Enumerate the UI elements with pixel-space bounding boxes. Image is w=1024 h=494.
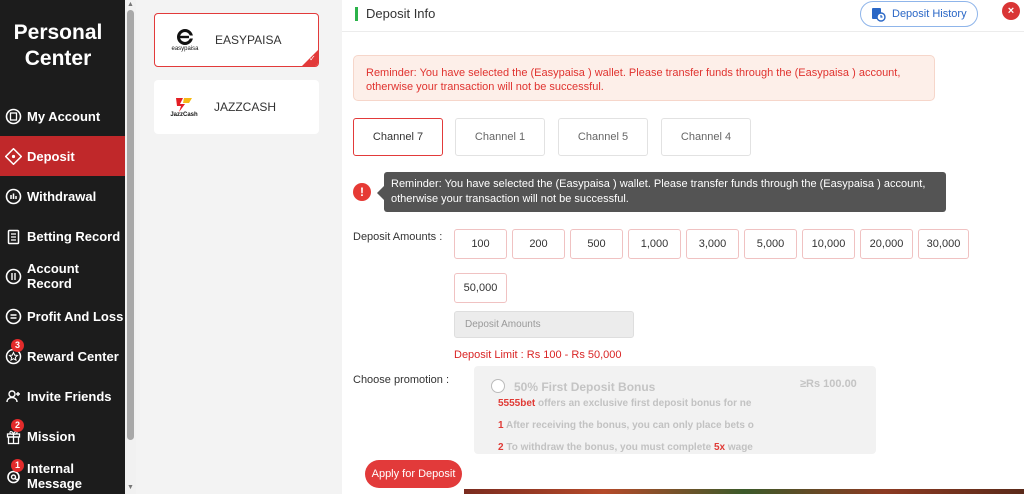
sidebar-item-profit-and-loss[interactable]: Profit And Loss bbox=[0, 296, 125, 336]
invite-icon bbox=[5, 388, 22, 405]
reminder-tooltip: Reminder: You have selected the (Easypai… bbox=[377, 172, 946, 212]
reminder-banner: Reminder: You have selected the (Easypai… bbox=[353, 55, 935, 101]
sidebar-item-label: Account Record bbox=[27, 261, 79, 291]
promotion-brand: 5555bet bbox=[498, 398, 536, 409]
deposit-amounts-label: Deposit Amounts : bbox=[353, 231, 443, 243]
amount-option[interactable]: 3,000 bbox=[686, 229, 739, 259]
promotion-radio[interactable] bbox=[491, 379, 505, 393]
amount-option[interactable]: 5,000 bbox=[744, 229, 797, 259]
sidebar-scrollbar[interactable]: ▲ ▼ bbox=[125, 0, 136, 494]
promotion-wager-multiplier: 5x bbox=[713, 442, 726, 453]
sidebar-item-label: Internal Message bbox=[27, 461, 82, 491]
sidebar-item-label: Deposit bbox=[27, 148, 75, 164]
deposit-panel: Deposit Info Deposit History × Reminder:… bbox=[342, 0, 1024, 494]
promotion-line-3-end: wage bbox=[725, 442, 753, 453]
sidebar-title: Personal Center bbox=[13, 21, 103, 70]
message-icon: 1 bbox=[5, 458, 24, 485]
promotion-card[interactable]: 50% First Deposit Bonus ≥Rs 100.00 5555b… bbox=[474, 366, 876, 454]
amount-option[interactable]: 10,000 bbox=[802, 229, 855, 259]
promotion-line-3: To withdraw the bonus, you must complete bbox=[503, 442, 714, 453]
sidebar-item-invite-friends[interactable]: Invite Friends bbox=[0, 376, 125, 416]
tooltip-arrow bbox=[377, 186, 384, 200]
easypaisa-logo-text: easypaisa bbox=[171, 45, 199, 52]
promotion-line-2: After receiving the bonus, you can only … bbox=[503, 420, 754, 431]
page-title: Deposit Info bbox=[366, 6, 436, 21]
choose-promotion-label: Choose promotion : bbox=[353, 374, 449, 386]
sidebar-item-label: Reward Center bbox=[27, 348, 119, 364]
amount-option[interactable]: 20,000 bbox=[860, 229, 913, 259]
sidebar-item-deposit[interactable]: Deposit bbox=[0, 136, 125, 176]
sidebar-item-mission[interactable]: 2 Mission bbox=[0, 416, 125, 456]
gift-icon: 2 bbox=[5, 418, 24, 445]
panel-header: Deposit Info Deposit History × bbox=[342, 0, 1024, 32]
amount-option[interactable]: 200 bbox=[512, 229, 565, 259]
wallet-name: JAZZCASH bbox=[214, 100, 277, 114]
close-button[interactable]: × bbox=[1002, 2, 1020, 20]
promotion-min-amount: ≥Rs 100.00 bbox=[800, 378, 857, 390]
sidebar-item-internal-message[interactable]: 1 Internal Message bbox=[0, 456, 125, 494]
sidebar-item-my-account[interactable]: My Account bbox=[0, 96, 125, 136]
reward-badge: 3 bbox=[11, 338, 24, 352]
promotion-description: 5555bet offers an exclusive first deposi… bbox=[498, 398, 751, 409]
channel-1-button[interactable]: Channel 1 bbox=[455, 118, 545, 156]
mission-badge: 2 bbox=[11, 418, 24, 432]
message-badge: 1 bbox=[11, 458, 24, 472]
promotion-line-1: offers an exclusive first deposit bonus … bbox=[535, 398, 752, 409]
sidebar-item-label: Mission bbox=[27, 428, 76, 444]
account-icon bbox=[5, 108, 22, 125]
sidebar-item-account-record[interactable]: Account Record bbox=[0, 256, 125, 296]
promotion-rule-1: 1 After receiving the bonus, you can onl… bbox=[498, 420, 754, 431]
deposit-history-button[interactable]: Deposit History bbox=[860, 1, 978, 27]
promotion-title: 50% First Deposit Bonus bbox=[514, 380, 656, 394]
scroll-thumb[interactable] bbox=[127, 10, 134, 440]
header-accent-bar bbox=[355, 7, 358, 21]
sidebar-item-label: Profit And Loss bbox=[27, 308, 124, 324]
tooltip-text: Reminder: You have selected the (Easypai… bbox=[391, 178, 926, 205]
amount-option[interactable]: 500 bbox=[570, 229, 623, 259]
jazzcash-logo-icon: JazzCash bbox=[166, 89, 202, 125]
channel-7-button[interactable]: Channel 7 bbox=[353, 118, 443, 156]
sidebar-item-reward-center[interactable]: 3 Reward Center bbox=[0, 336, 125, 376]
background-image-strip bbox=[464, 489, 1024, 494]
deposit-history-label: Deposit History bbox=[892, 8, 967, 20]
amount-option[interactable]: 50,000 bbox=[454, 273, 507, 303]
betting-record-icon bbox=[5, 228, 22, 245]
sidebar-item-label: My Account bbox=[27, 108, 101, 124]
sidebar: Personal Center My Account Deposit Withd… bbox=[0, 0, 125, 494]
wallet-jazzcash[interactable]: JazzCash JAZZCASH bbox=[154, 80, 319, 134]
wallet-list: easypaisa EASYPAISA ✓ JazzCash JAZZCASH bbox=[136, 0, 342, 494]
reward-icon: 3 bbox=[5, 338, 24, 365]
sidebar-item-label: Invite Friends bbox=[27, 388, 112, 404]
amount-option[interactable]: 100 bbox=[454, 229, 507, 259]
wallet-name: EASYPAISA bbox=[215, 33, 282, 47]
amount-option[interactable]: 30,000 bbox=[918, 229, 969, 259]
scroll-up-arrow-icon[interactable]: ▲ bbox=[127, 1, 134, 9]
scroll-down-arrow-icon[interactable]: ▼ bbox=[127, 484, 134, 492]
promotion-rule-2: 2 To withdraw the bonus, you must comple… bbox=[498, 442, 753, 453]
withdrawal-icon bbox=[5, 188, 22, 205]
selected-check-icon: ✓ bbox=[302, 50, 318, 66]
profit-loss-icon bbox=[5, 308, 22, 325]
wallet-easypaisa[interactable]: easypaisa EASYPAISA ✓ bbox=[154, 13, 319, 67]
channel-4-button[interactable]: Channel 4 bbox=[661, 118, 751, 156]
apply-for-deposit-button[interactable]: Apply for Deposit bbox=[365, 460, 462, 488]
sidebar-item-label: Betting Record bbox=[27, 228, 121, 244]
history-icon bbox=[872, 8, 886, 22]
sidebar-item-withdrawal[interactable]: Withdrawal bbox=[0, 176, 125, 216]
warning-icon[interactable]: ! bbox=[353, 183, 371, 201]
account-record-icon bbox=[5, 268, 22, 285]
deposit-amount-input[interactable] bbox=[454, 311, 634, 338]
easypaisa-logo-icon: easypaisa bbox=[167, 22, 203, 58]
sidebar-item-betting-record[interactable]: Betting Record bbox=[0, 216, 125, 256]
sidebar-item-label: Withdrawal bbox=[27, 188, 97, 204]
deposit-icon bbox=[5, 147, 22, 165]
amount-option[interactable]: 1,000 bbox=[628, 229, 681, 259]
channel-5-button[interactable]: Channel 5 bbox=[558, 118, 648, 156]
deposit-limit-text: Deposit Limit : Rs 100 - Rs 50,000 bbox=[454, 349, 622, 361]
jazzcash-logo-text: JazzCash bbox=[170, 112, 198, 118]
